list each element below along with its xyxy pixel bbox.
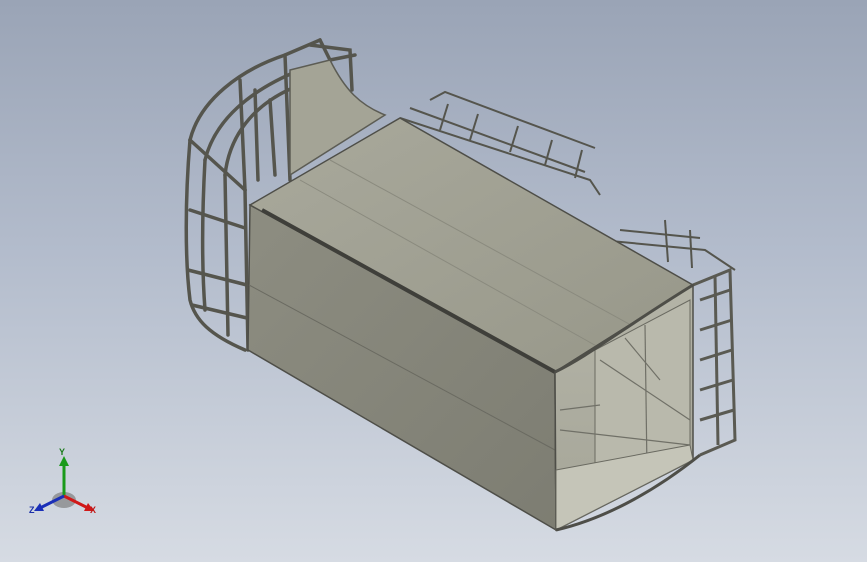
vehicle-body-model[interactable] — [0, 0, 867, 562]
coordinate-triad: Y X Z — [24, 447, 104, 524]
triad-x-label: X — [90, 505, 97, 515]
rear-end-frame — [692, 267, 737, 457]
triad-y-label: Y — [59, 447, 66, 457]
graphics-viewport[interactable]: Y X Z — [0, 0, 867, 562]
triad-z-label: Z — [29, 505, 35, 515]
